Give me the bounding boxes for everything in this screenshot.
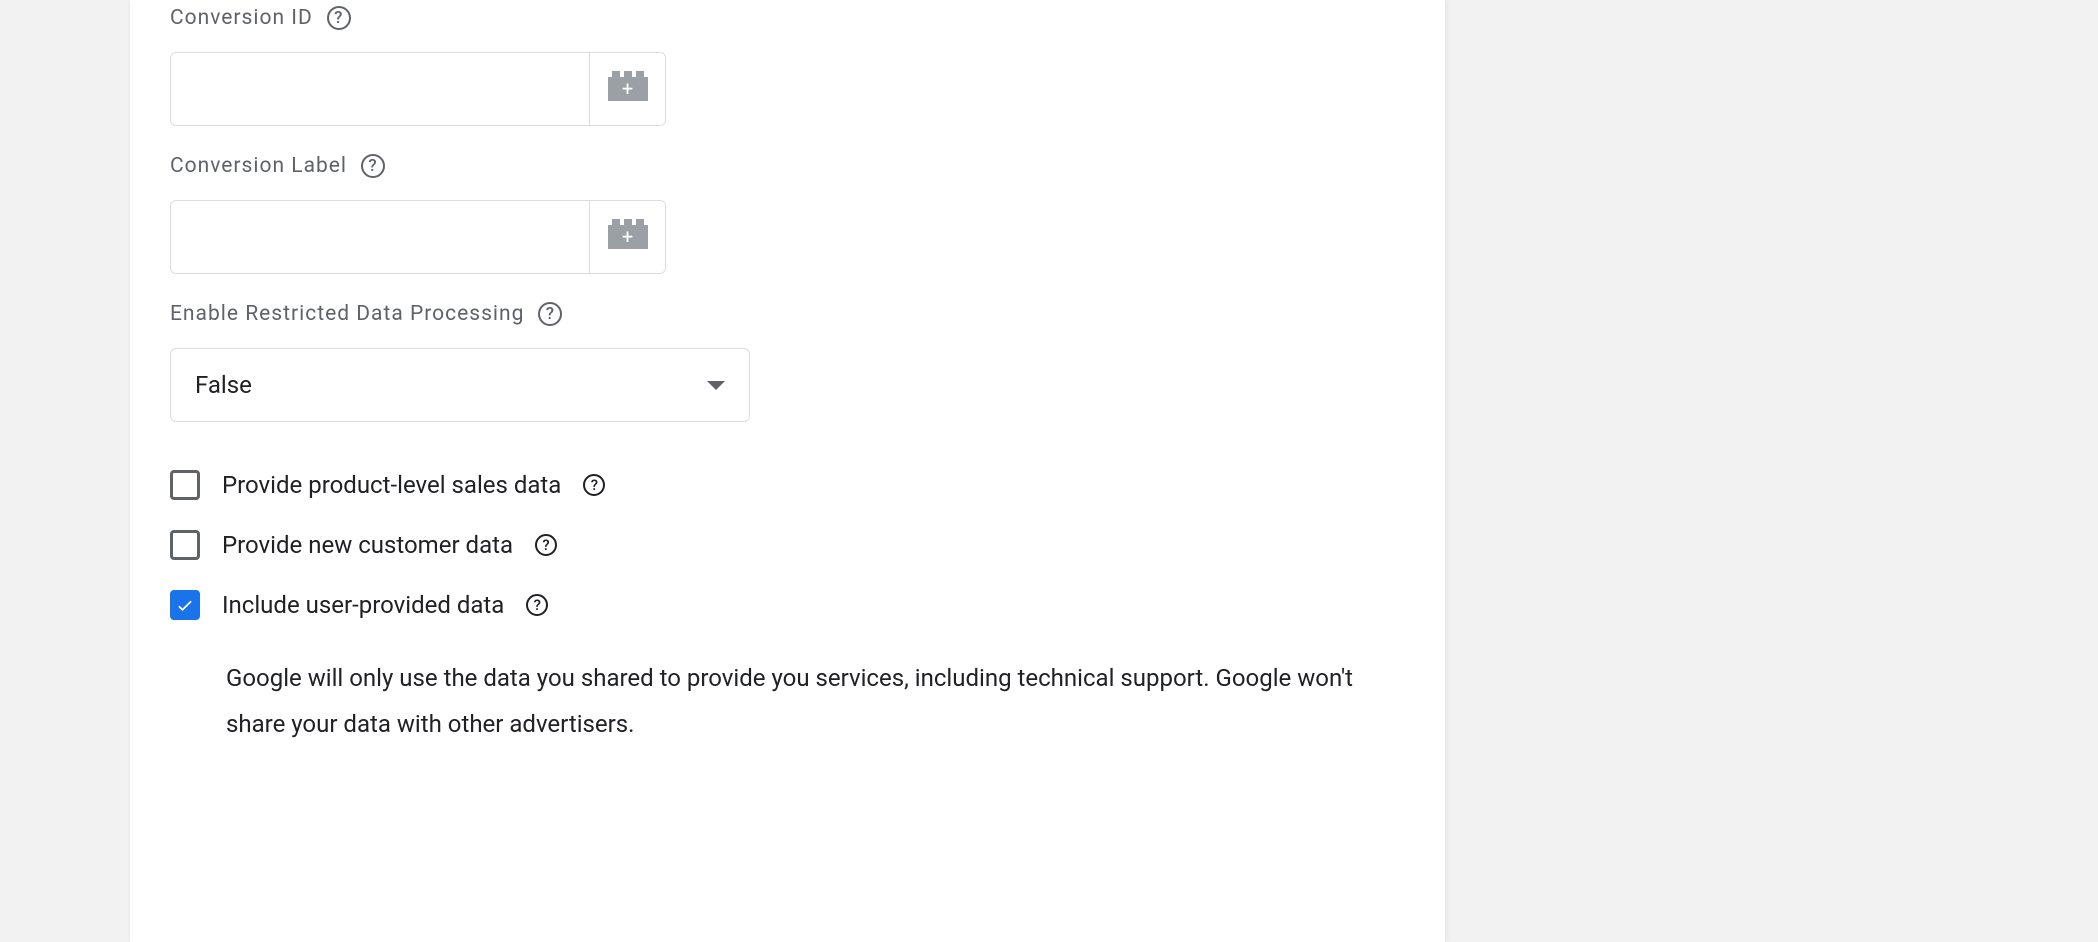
help-icon[interactable]: ?	[538, 302, 562, 326]
check-icon	[175, 595, 195, 615]
user-provided-row: Include user-provided data ?	[170, 590, 1405, 620]
product-sales-checkbox[interactable]	[170, 470, 200, 500]
help-icon[interactable]: ?	[361, 154, 385, 178]
new-customer-row: Provide new customer data ?	[170, 530, 1405, 560]
select-value: False	[195, 371, 252, 399]
conversion-id-input-row	[170, 52, 666, 126]
help-icon[interactable]: ?	[535, 534, 557, 556]
conversion-label-label: Conversion Label ?	[170, 154, 1405, 178]
new-customer-checkbox[interactable]	[170, 530, 200, 560]
help-icon[interactable]: ?	[526, 594, 548, 616]
conversion-label-input[interactable]	[171, 201, 589, 273]
label-text: Conversion ID	[170, 6, 313, 30]
help-icon[interactable]: ?	[327, 6, 351, 30]
insert-variable-button[interactable]	[589, 201, 665, 273]
checkbox-label: Provide new customer data	[222, 531, 513, 559]
checkbox-label: Include user-provided data	[222, 591, 504, 619]
brick-plus-icon	[608, 77, 648, 101]
user-provided-checkbox[interactable]	[170, 590, 200, 620]
label-text: Enable Restricted Data Processing	[170, 302, 524, 326]
conversion-id-label: Conversion ID ?	[170, 6, 1405, 30]
conversion-label-input-row	[170, 200, 666, 274]
label-text: Conversion Label	[170, 154, 347, 178]
help-icon[interactable]: ?	[583, 474, 605, 496]
product-sales-row: Provide product-level sales data ?	[170, 470, 1405, 500]
conversion-id-input[interactable]	[171, 53, 589, 125]
insert-variable-button[interactable]	[589, 53, 665, 125]
brick-plus-icon	[608, 225, 648, 249]
user-provided-description: Google will only use the data you shared…	[226, 656, 1366, 747]
chevron-down-icon	[707, 381, 725, 390]
form-card: Conversion ID ? Conversion Label ? Enabl…	[130, 0, 1445, 942]
restricted-data-select[interactable]: False	[170, 348, 750, 422]
checkbox-label: Provide product-level sales data	[222, 471, 561, 499]
restricted-data-label: Enable Restricted Data Processing ?	[170, 302, 1405, 326]
